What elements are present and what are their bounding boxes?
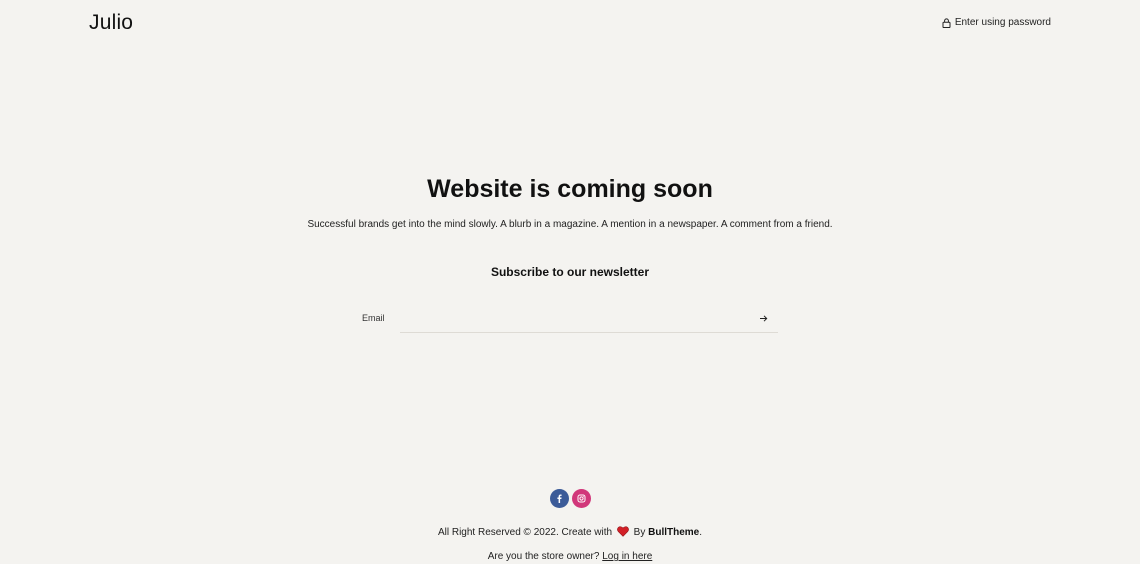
email-input[interactable]: [400, 304, 778, 333]
login-link[interactable]: Log in here: [602, 551, 652, 562]
hero-description: Successful brands get into the mind slow…: [307, 219, 833, 230]
store-logo[interactable]: Julio: [89, 11, 133, 35]
brand-link[interactable]: BullTheme: [648, 527, 699, 538]
newsletter-form: Email: [362, 304, 778, 334]
hero-section: Website is coming soon Successful brands…: [0, 172, 1140, 232]
page-title: Website is coming soon: [427, 175, 713, 203]
footer-copyright: All Right Reserved © 2022. Create with B…: [0, 526, 1140, 542]
footer-period: .: [699, 527, 703, 538]
subscribe-button[interactable]: [756, 311, 770, 325]
password-page: Julio Enter using password Website is co…: [0, 0, 1140, 564]
email-label: Email: [362, 313, 385, 323]
newsletter-section: Subscribe to our newsletter: [0, 264, 1140, 280]
instagram-icon: [577, 490, 586, 508]
owner-question: Are you the store owner?: [487, 551, 600, 562]
enter-password-label: Enter using password: [954, 17, 1051, 28]
facebook-link[interactable]: [549, 489, 569, 508]
social-links: [0, 489, 1140, 508]
arrow-right-icon: [759, 311, 768, 326]
footer-owner-login: Are you the store owner? Log in here: [0, 550, 1140, 564]
instagram-link[interactable]: [571, 489, 591, 508]
heart-icon: [617, 526, 629, 542]
enter-password-link[interactable]: Enter using password: [942, 17, 1051, 28]
newsletter-heading: Subscribe to our newsletter: [490, 265, 650, 279]
copyright-text: All Right Reserved © 2022. Create with: [437, 527, 613, 538]
lock-icon: [942, 17, 951, 28]
by-text: By: [633, 527, 646, 538]
facebook-icon: [555, 490, 564, 508]
